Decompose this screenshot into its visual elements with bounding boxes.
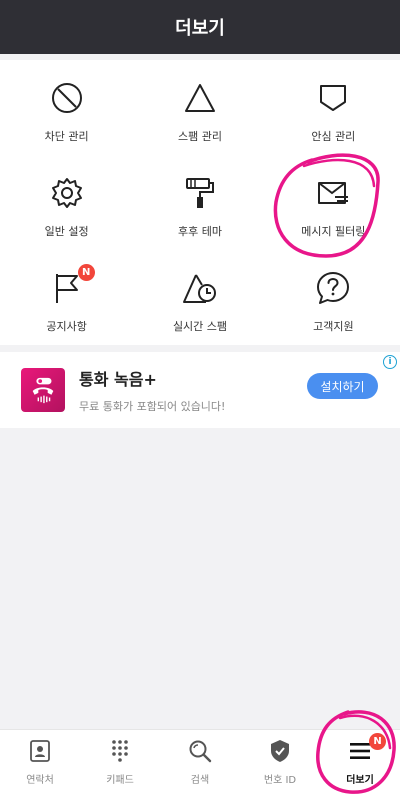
notice-badge: N [77, 264, 95, 281]
call-record-icon [21, 368, 65, 412]
menu-item-spam[interactable]: 스팸 관리 [133, 60, 266, 155]
keypad-icon [108, 739, 132, 763]
tab-label: 키패드 [106, 775, 134, 786]
menu-item-theme[interactable]: 후후 테마 [133, 155, 266, 250]
menu-item-label: 안심 관리 [311, 130, 356, 143]
flag-icon: N [49, 264, 95, 306]
search-icon [188, 739, 212, 763]
menu-item-label: 일반 설정 [44, 225, 89, 238]
menu-item-block[interactable]: 차단 관리 [0, 60, 133, 155]
tab-label: 번호 ID [263, 775, 297, 786]
menu-icon: N [348, 733, 386, 763]
help-icon [315, 270, 351, 306]
menu-item-label: 메시지 필터링 [301, 225, 366, 238]
menu-item-label: 차단 관리 [44, 130, 89, 143]
tab-label: 더보기 [346, 775, 374, 786]
menu-item-label: 고객지원 [313, 320, 354, 333]
menu-item-safe[interactable]: 안심 관리 [267, 60, 400, 155]
mail-filter-icon [315, 175, 351, 211]
shield-check-icon [268, 739, 292, 763]
tab-search[interactable]: 검색 [160, 730, 240, 797]
ad-title: 통화 녹음+ [79, 370, 157, 389]
contacts-icon [28, 739, 52, 763]
menu-item-notice[interactable]: N 공지사항 [0, 250, 133, 345]
gear-icon [49, 175, 85, 211]
menu-item-label: 공지사항 [46, 320, 87, 333]
alarm-triangle-icon [182, 270, 218, 306]
paint-roller-icon [182, 175, 218, 211]
tab-contacts[interactable]: 연락처 [0, 730, 80, 797]
more-badge: N [369, 733, 386, 750]
tab-more[interactable]: N 더보기 [320, 730, 400, 797]
block-icon [49, 80, 85, 116]
menu-item-realtime-spam[interactable]: 실시간 스팸 [133, 250, 266, 345]
page-title: 더보기 [175, 18, 225, 39]
top-header: 더보기 [0, 0, 400, 54]
ad-subtitle: 무료 통화가 포함되어 있습니다! [79, 400, 226, 413]
ad-info-icon[interactable]: i [383, 355, 397, 369]
tab-keypad[interactable]: 키패드 [80, 730, 160, 797]
menu-item-label: 실시간 스팸 [172, 320, 228, 333]
menu-item-label: 후후 테마 [178, 225, 222, 238]
menu-item-label: 스팸 관리 [178, 130, 222, 143]
install-button[interactable]: 설치하기 [307, 373, 378, 399]
tab-label: 검색 [190, 775, 210, 786]
tab-number-id[interactable]: 번호 ID [240, 730, 320, 797]
ad-banner[interactable]: 통화 녹음+ 무료 통화가 포함되어 있습니다! 설치하기 i [0, 352, 400, 428]
menu-item-message-filter[interactable]: 메시지 필터링 [267, 155, 400, 250]
tab-label: 연락처 [26, 775, 54, 786]
menu-grid: 차단 관리 스팸 관리 안심 관리 일반 설정 후후 테마 메시지 필터링 N … [0, 60, 400, 345]
ad-text: 통화 녹음+ 무료 통화가 포함되어 있습니다! [79, 366, 225, 414]
menu-item-settings[interactable]: 일반 설정 [0, 155, 133, 250]
shield-flag-icon [315, 80, 351, 116]
triangle-icon [182, 80, 218, 116]
menu-item-support[interactable]: 고객지원 [267, 250, 400, 345]
bottom-tab-bar: 연락처 키패드 검색 번호 ID N 더보기 [0, 729, 400, 797]
